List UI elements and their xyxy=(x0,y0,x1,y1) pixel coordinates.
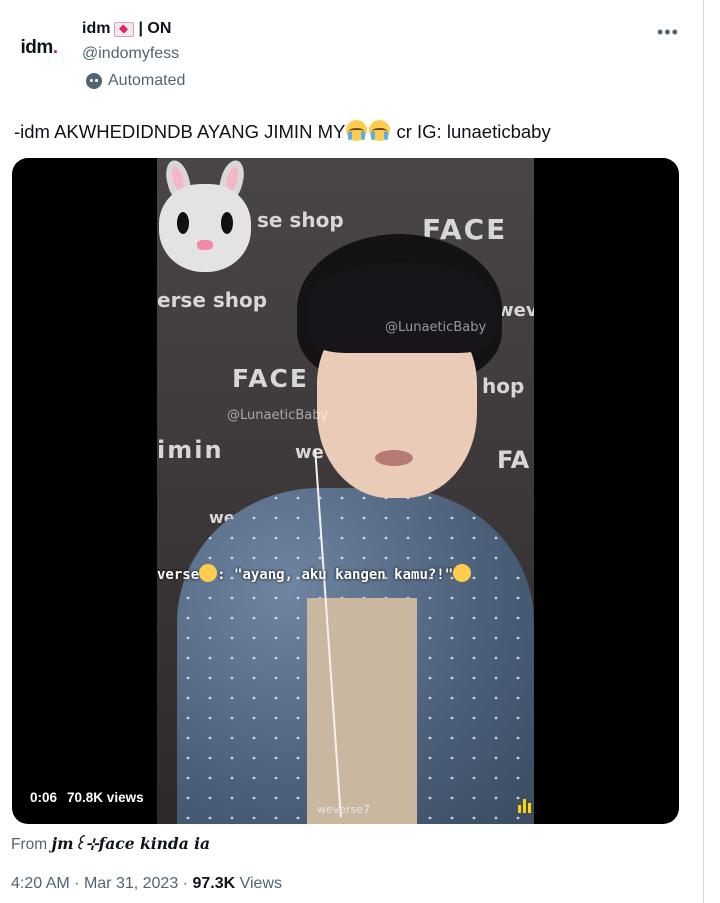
backdrop-text: se shop xyxy=(257,208,344,232)
views-label: Views xyxy=(239,875,282,892)
backdrop-text: weve xyxy=(497,300,534,321)
backdrop-text: imin xyxy=(157,436,224,464)
avatar-text: idm xyxy=(20,37,53,58)
backdrop-text: hop xyxy=(482,374,525,398)
source-attribution: From 𝒋𝒎꒰⊹𝒇𝒂𝒄𝒆 kinda ia xyxy=(11,832,210,854)
display-name-suffix: | ON xyxy=(138,20,172,37)
backdrop-text: FA xyxy=(497,446,530,474)
video-duration: 0:06 xyxy=(30,789,58,805)
tweet-date[interactable]: Mar 31, 2023 xyxy=(84,875,178,892)
crying-face-emoji-icon xyxy=(369,120,391,141)
meta-separator: · xyxy=(74,875,80,892)
meta-separator: · xyxy=(182,875,188,892)
backdrop-text: erse shop xyxy=(157,288,268,312)
tweet-text-main: -idm AKWHEDIDNDB AYANG JIMIN MY xyxy=(14,121,346,142)
display-name[interactable]: idm xyxy=(82,20,110,38)
watermark-text: @LunaeticBaby xyxy=(385,320,487,335)
video-stats-pill: 0:06 70.8K views xyxy=(22,785,152,809)
from-label: From xyxy=(11,836,48,853)
rabbit-face-sticker-icon xyxy=(159,158,251,272)
tweet-time[interactable]: 4:20 AM xyxy=(11,875,70,892)
avatar[interactable]: idm. xyxy=(14,32,64,64)
user-handle[interactable]: @indomyfess xyxy=(82,45,179,63)
envelope-heart-icon xyxy=(114,21,135,37)
source-name[interactable]: 𝒋𝒎꒰⊹𝒇𝒂𝒄𝒆 kinda ia xyxy=(51,834,210,853)
audio-playing-icon[interactable] xyxy=(518,799,531,813)
face-with-hand-emoji-icon xyxy=(453,564,472,582)
video-player[interactable]: se shop FACE erse shop weve FACE hop imi… xyxy=(12,158,679,824)
person-shirt xyxy=(307,598,417,824)
automated-label: Automated xyxy=(108,72,186,89)
display-name-row[interactable]: idm | ON xyxy=(82,20,171,38)
more-options-icon[interactable]: ••• xyxy=(657,22,679,43)
backdrop-text: FACE xyxy=(232,364,309,393)
column-divider xyxy=(703,0,704,903)
video-frame[interactable]: se shop FACE erse shop weve FACE hop imi… xyxy=(157,158,534,824)
tweet-text: -idm AKWHEDIDNDB AYANG JIMIN MY cr IG: l… xyxy=(14,120,551,143)
backdrop-text: we xyxy=(295,442,324,463)
person-bangs xyxy=(307,263,497,353)
view-count[interactable]: 97.3K xyxy=(192,875,235,892)
automated-label-row[interactable]: Automated xyxy=(86,72,185,90)
bot-icon xyxy=(86,73,102,89)
watermark-text: @LunaeticBaby xyxy=(227,408,329,423)
video-views: 70.8K views xyxy=(67,789,144,805)
crying-face-emoji-icon xyxy=(346,120,368,141)
tweet-credit: cr IG: lunaeticbaby xyxy=(396,121,551,142)
caption-prefix: verse xyxy=(157,567,200,583)
avatar-dot: . xyxy=(52,37,58,58)
video-caption: verse : "ayang, aku kangen kamu?!" xyxy=(157,564,472,583)
hatching-chick-emoji-icon xyxy=(199,564,218,582)
person-mouth xyxy=(375,450,413,466)
caption-text: : "ayang, aku kangen kamu?!" xyxy=(217,567,454,583)
video-footer-text: weverse7 xyxy=(317,803,371,816)
tweet-metadata: 4:20 AM · Mar 31, 2023 · 97.3K Views xyxy=(11,875,282,893)
